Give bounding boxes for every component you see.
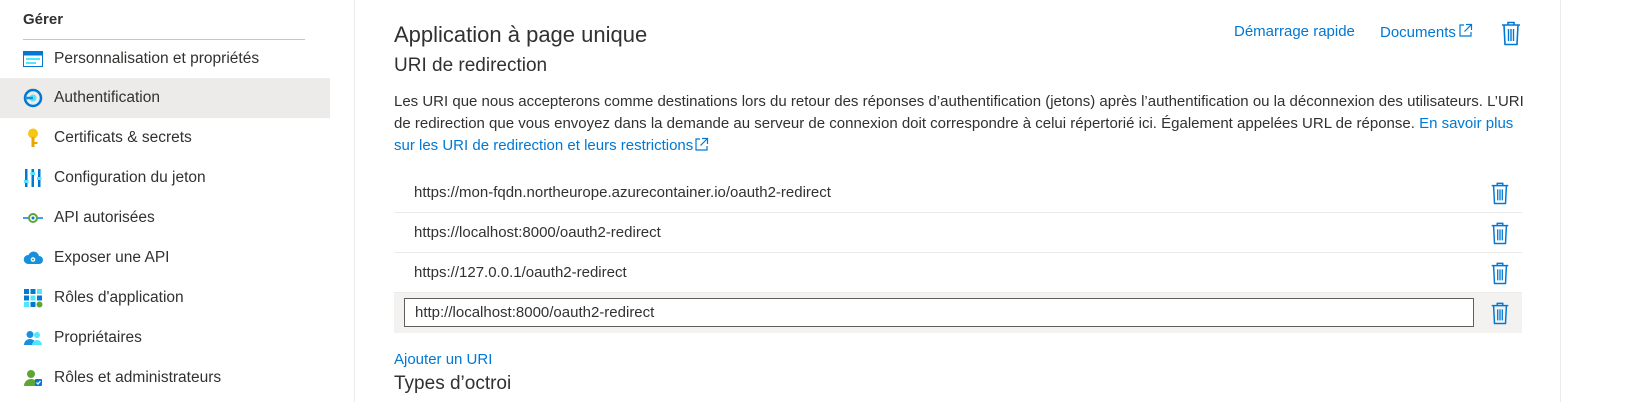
sidebar-item-token-config[interactable]: Configuration du jeton: [0, 158, 330, 198]
redirect-uri-value: https://localhost:8000/oauth2-redirect: [414, 224, 661, 241]
sidebar-item-label: Propriétaires: [54, 329, 142, 346]
token-config-icon: [22, 167, 44, 189]
redirect-uri-heading: URI de redirection: [394, 55, 548, 76]
redirect-uri-row[interactable]: https://127.0.0.1/oauth2-redirect: [394, 253, 1522, 293]
sidebar-item-roles-admins[interactable]: Rôles et administrateurs: [0, 358, 330, 398]
add-uri-link[interactable]: Ajouter un URI: [394, 351, 492, 368]
sidebar-item-branding[interactable]: Personnalisation et propriétés: [0, 39, 330, 79]
external-link-icon: [1458, 23, 1473, 42]
redirect-uri-input[interactable]: [404, 298, 1474, 327]
pane-divider-right: [1560, 0, 1561, 402]
trash-icon: [1502, 21, 1520, 46]
cloud-api-icon: [22, 247, 44, 269]
owners-icon: [22, 327, 44, 349]
app-roles-icon: [22, 287, 44, 309]
trash-icon: [1491, 182, 1509, 205]
sidebar-item-app-roles[interactable]: Rôles d'application: [0, 278, 330, 318]
quickstart-link[interactable]: Démarrage rapide: [1234, 23, 1355, 40]
sidebar-item-label: Authentification: [54, 89, 160, 106]
documents-link[interactable]: Documents: [1380, 23, 1473, 42]
redirect-uri-description: Les URI que nous accepterons comme desti…: [394, 91, 1534, 157]
sidebar-item-authentication[interactable]: Authentification: [0, 78, 330, 118]
sidebar-item-label: Configuration du jeton: [54, 169, 206, 186]
trash-icon: [1491, 222, 1509, 245]
sidebar-item-label: Rôles d'application: [54, 289, 184, 306]
roles-admins-icon: [22, 367, 44, 389]
sidebar-item-label: API autorisées: [54, 209, 155, 226]
sidebar-item-label: Personnalisation et propriétés: [54, 50, 260, 67]
redirect-uri-row-editing[interactable]: [394, 293, 1522, 333]
sidebar-item-label: Exposer une API: [54, 249, 170, 266]
delete-platform-button[interactable]: [1499, 20, 1523, 46]
delete-uri-button[interactable]: [1489, 301, 1511, 325]
documents-link-label: Documents: [1380, 24, 1456, 41]
sidebar-section-header: Gérer: [23, 11, 64, 28]
delete-uri-button[interactable]: [1489, 181, 1511, 205]
sidebar-item-label: Rôles et administrateurs: [54, 369, 222, 386]
grant-types-heading: Types d’octroi: [394, 373, 512, 394]
sidebar-item-label: Certificats & secrets: [54, 129, 192, 146]
platform-title: Application à page unique: [394, 22, 648, 47]
redirect-uri-row[interactable]: https://mon-fqdn.northeurope.azurecontai…: [394, 173, 1522, 213]
delete-uri-button[interactable]: [1489, 221, 1511, 245]
redirect-uri-value: https://127.0.0.1/oauth2-redirect: [414, 264, 627, 281]
sidebar: Gérer Personnalisation et propriétés Aut…: [0, 0, 330, 402]
authentication-icon: [22, 87, 44, 109]
branding-icon: [22, 48, 44, 70]
trash-icon: [1491, 262, 1509, 285]
pane-divider: [354, 0, 355, 402]
sidebar-item-api-permissions[interactable]: API autorisées: [0, 198, 330, 238]
sidebar-item-owners[interactable]: Propriétaires: [0, 318, 330, 358]
delete-uri-button[interactable]: [1489, 261, 1511, 285]
sidebar-item-certificates[interactable]: Certificats & secrets: [0, 118, 330, 158]
key-icon: [22, 127, 44, 149]
trash-icon: [1491, 302, 1509, 325]
api-permissions-icon: [22, 207, 44, 229]
description-text: Les URI que nous accepterons comme desti…: [394, 93, 1524, 132]
redirect-uri-value: https://mon-fqdn.northeurope.azurecontai…: [414, 184, 831, 201]
redirect-uri-row[interactable]: https://localhost:8000/oauth2-redirect: [394, 213, 1522, 253]
external-link-icon: [695, 137, 709, 151]
sidebar-item-expose-api[interactable]: Exposer une API: [0, 238, 330, 278]
